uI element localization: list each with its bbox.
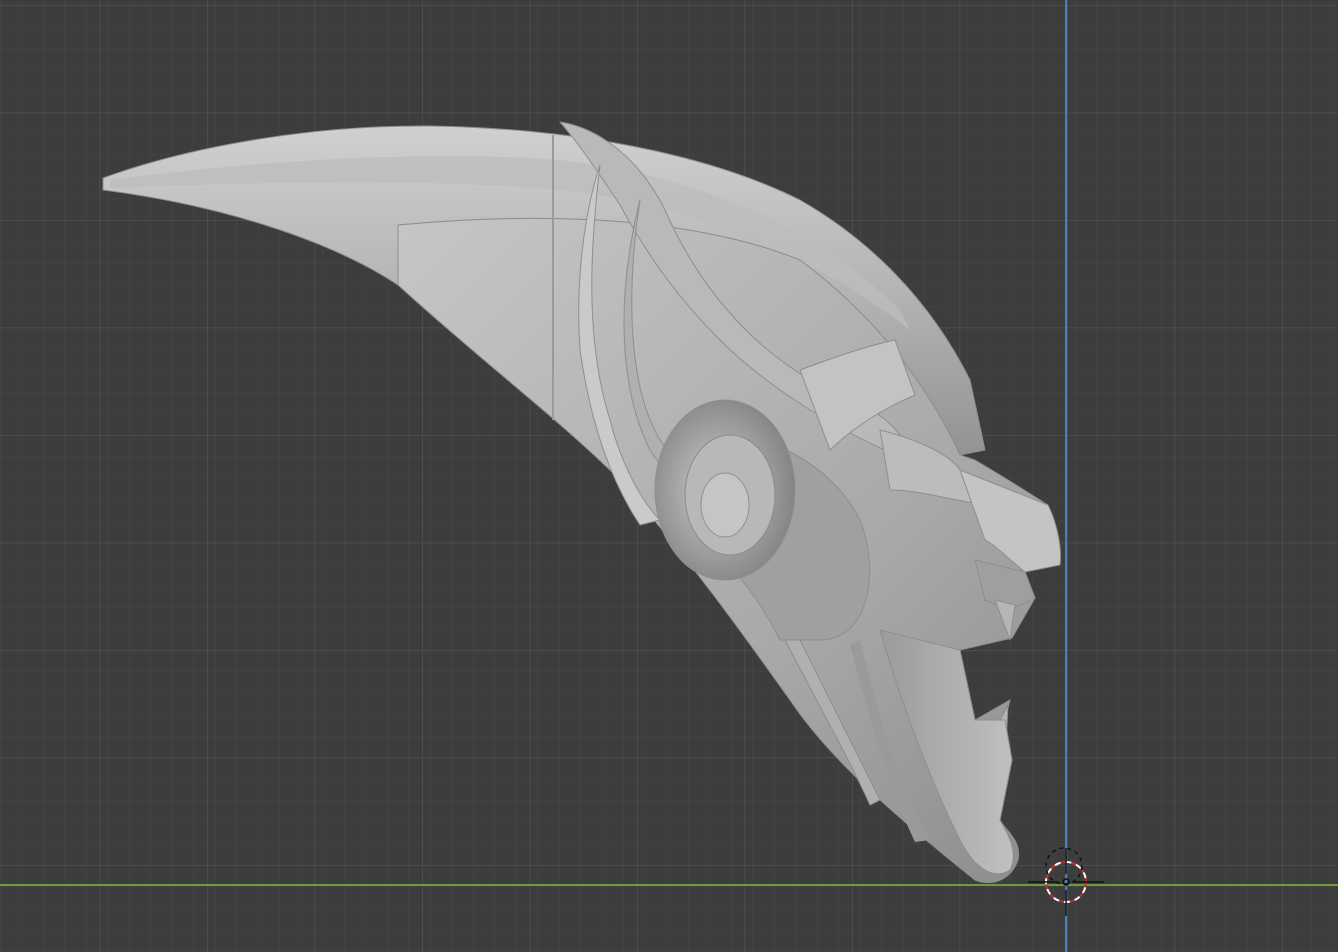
viewport-canvas[interactable] — [0, 0, 1338, 952]
3d-viewport[interactable] — [0, 0, 1338, 952]
mask-eye-core — [700, 472, 750, 538]
